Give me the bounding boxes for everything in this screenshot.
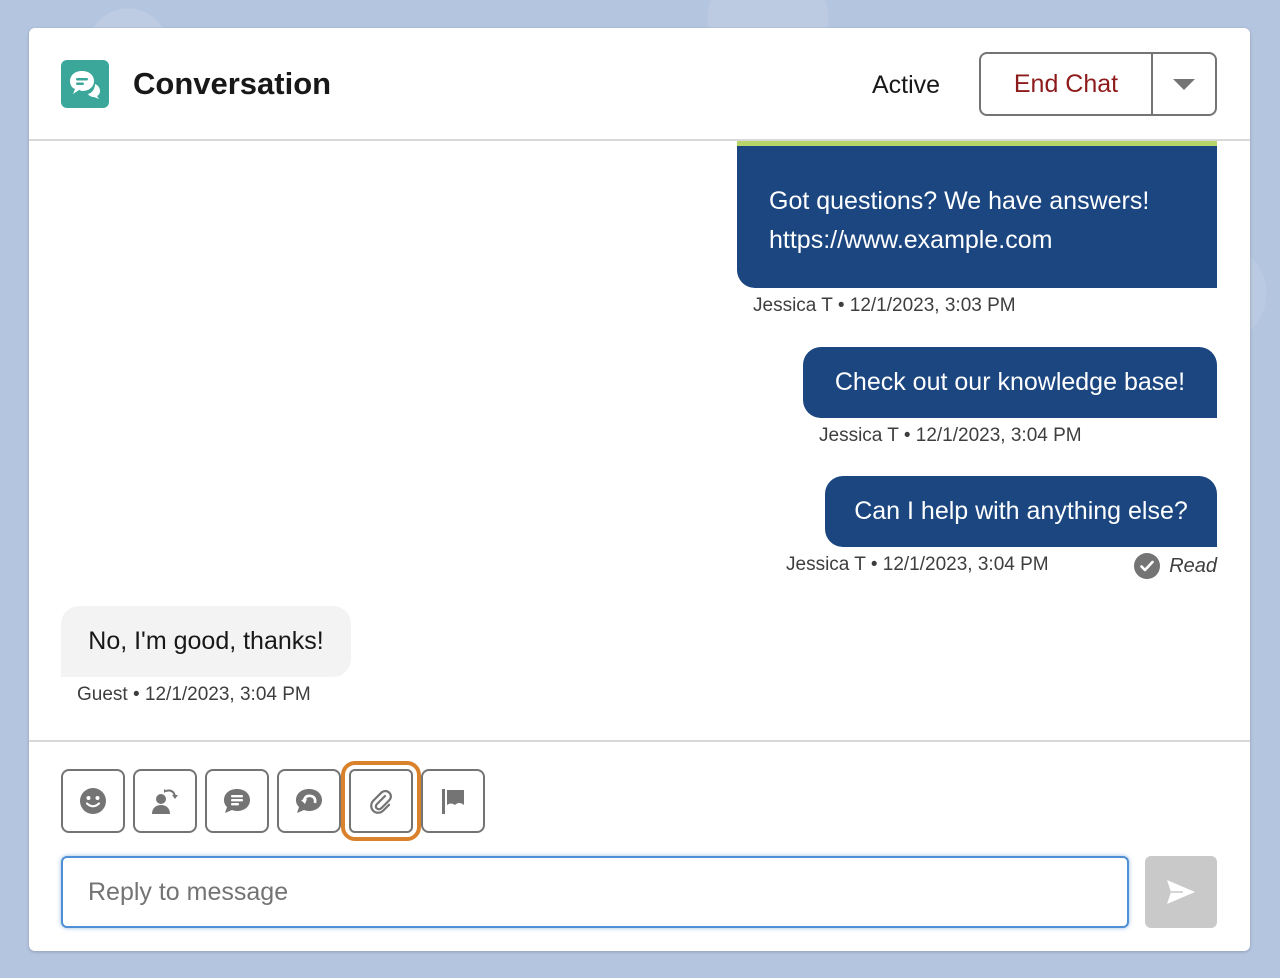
- message-bubble-outbound: Check out our knowledge base!: [803, 347, 1217, 418]
- message-bubble-outbound: Got questions? We have answers! https://…: [737, 141, 1217, 288]
- message-text-line: Got questions? We have answers!: [769, 187, 1150, 215]
- quick-text-icon: [224, 789, 250, 813]
- chat-status: Active: [872, 71, 941, 99]
- read-receipt-label: Read: [1169, 554, 1217, 577]
- transfer-button[interactable]: [133, 769, 197, 833]
- chat-conversation-icon: [61, 60, 109, 108]
- conversation-header: Conversation Active End Chat: [29, 28, 1250, 141]
- message-composer: [29, 740, 1250, 951]
- emoji-button[interactable]: [61, 769, 125, 833]
- flag-icon: [442, 789, 464, 814]
- knowledge-reply-icon: [296, 789, 322, 813]
- message-list: Got questions? We have answers! https://…: [29, 141, 1250, 741]
- flag-button[interactable]: [421, 769, 485, 833]
- message-meta: Jessica T • 12/1/2023, 3:03 PM: [753, 295, 1016, 316]
- end-chat-button-group: End Chat: [979, 52, 1217, 116]
- read-receipt: Read: [1134, 553, 1217, 579]
- message-meta: Guest • 12/1/2023, 3:04 PM: [77, 684, 311, 705]
- emoji-smile-icon: [80, 788, 106, 814]
- chevron-down-icon: [1173, 78, 1195, 90]
- quick-text-button[interactable]: [205, 769, 269, 833]
- reply-input[interactable]: [61, 856, 1129, 928]
- page-title: Conversation: [133, 66, 332, 101]
- message-meta: Jessica T • 12/1/2023, 3:04 PM: [819, 425, 1082, 446]
- message-link[interactable]: https://www.example.com: [769, 221, 1185, 260]
- conversation-panel: Conversation Active End Chat Got questio…: [29, 28, 1250, 951]
- paperclip-icon: [370, 789, 392, 814]
- message-bubble-inbound: No, I'm good, thanks!: [61, 606, 351, 677]
- message-meta: Jessica T • 12/1/2023, 3:04 PM: [786, 554, 1049, 575]
- message-bubble-outbound: Can I help with anything else?: [825, 476, 1217, 547]
- send-icon: [1167, 880, 1195, 904]
- attach-file-button[interactable]: [341, 761, 421, 841]
- transfer-user-icon: [152, 789, 178, 814]
- check-circle-icon: [1134, 553, 1161, 579]
- more-actions-dropdown-button[interactable]: [1153, 54, 1215, 114]
- end-chat-button[interactable]: End Chat: [981, 54, 1153, 114]
- send-button[interactable]: [1145, 856, 1217, 928]
- knowledge-reply-button[interactable]: [277, 769, 341, 833]
